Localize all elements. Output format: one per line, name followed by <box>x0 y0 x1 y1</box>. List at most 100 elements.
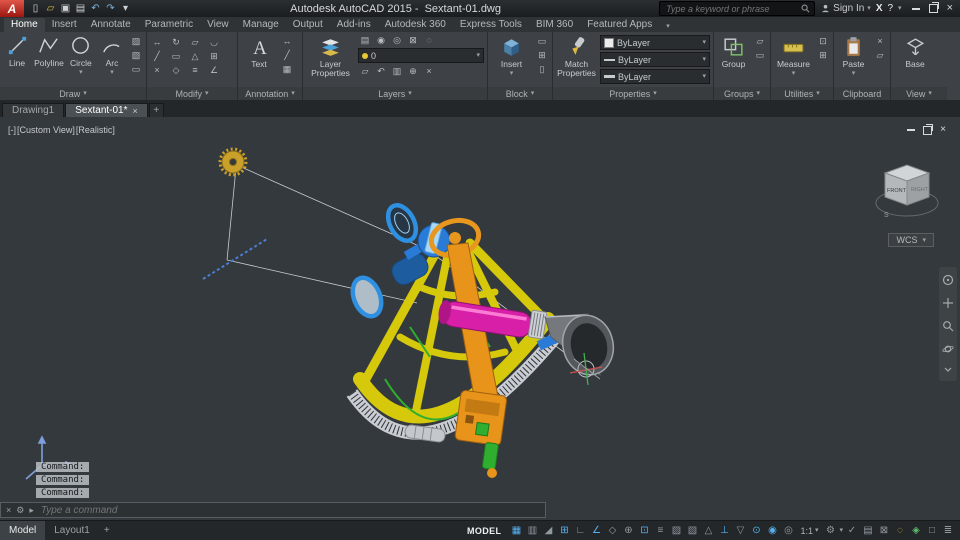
explode-icon[interactable]: ∠ <box>207 64 221 76</box>
command-customize-icon[interactable]: ⚙ <box>16 505 24 516</box>
layer-freeze-icon[interactable]: ◎ <box>390 34 404 46</box>
panel-label-groups[interactable]: Groups ▾ <box>714 87 770 100</box>
tab-output[interactable]: Output <box>286 18 330 32</box>
grid-icon[interactable]: ▦ <box>509 525 523 536</box>
move-icon[interactable]: ↔ <box>150 36 164 48</box>
tab-featured-apps[interactable]: Featured Apps <box>580 18 659 32</box>
layer-state-icon[interactable]: ▤ <box>358 34 372 46</box>
quick-select-icon[interactable]: ⊡ <box>816 35 830 47</box>
orbit-icon[interactable] <box>942 343 954 355</box>
arc-tool[interactable]: Arc ▾ <box>98 34 126 76</box>
qat-dropdown-icon[interactable]: ▾ <box>119 3 132 14</box>
panel-label-annotation[interactable]: Annotation ▾ <box>238 87 302 100</box>
tab-parametric[interactable]: Parametric <box>138 18 200 32</box>
copy-clip-icon[interactable]: ▱ <box>873 49 887 61</box>
tab-annotate[interactable]: Annotate <box>84 18 138 32</box>
leader-icon[interactable]: ╱ <box>280 49 294 61</box>
group-edit-icon[interactable]: ▭ <box>753 49 767 61</box>
tab-insert[interactable]: Insert <box>45 18 84 32</box>
tab-home[interactable]: Home <box>4 18 45 32</box>
dimension-icon[interactable]: ↔ <box>280 35 294 47</box>
workspace-icon[interactable]: ⚙ <box>823 525 837 536</box>
quick-properties-icon[interactable]: ▤ <box>861 525 875 536</box>
minimize-button[interactable] <box>911 7 920 10</box>
customization-icon[interactable]: ≣ <box>941 525 955 536</box>
erase-icon[interactable]: × <box>150 64 164 76</box>
new-layout-button[interactable]: + <box>99 521 115 540</box>
lineweight-icon[interactable]: ≡ <box>653 525 667 536</box>
layer-properties-tool[interactable]: Layer Properties <box>306 34 355 79</box>
sextant-model[interactable] <box>0 117 960 520</box>
layer-lock-icon[interactable]: ⊠ <box>406 34 420 46</box>
match-properties-tool[interactable]: Match Properties <box>556 34 597 79</box>
help-search-box[interactable] <box>659 1 816 16</box>
wcs-dropdown[interactable]: WCS ▾ <box>888 233 934 247</box>
new-file-icon[interactable]: ▯ <box>29 3 42 14</box>
circle-tool[interactable]: Circle ▾ <box>67 34 95 76</box>
isometric-drafting-icon[interactable]: ◇ <box>605 525 619 536</box>
trim-icon[interactable]: ╱ <box>150 50 164 62</box>
command-close-icon[interactable]: × <box>6 505 11 515</box>
sign-in-button[interactable]: Sign In ▾ <box>821 3 871 14</box>
autoscale-icon[interactable]: ◎ <box>781 525 795 536</box>
viewcube[interactable]: FRONT RIGHT S <box>874 153 940 225</box>
exchange-apps-icon[interactable]: X <box>876 3 883 14</box>
layer-select-dropdown[interactable]: 0 ▾ <box>358 48 484 63</box>
dynamic-input-icon[interactable]: ⊞ <box>557 525 571 536</box>
edit-block-icon[interactable]: ▭ <box>535 35 549 47</box>
stretch-icon[interactable]: ≡ <box>188 64 202 76</box>
layer-delete-icon[interactable]: × <box>422 65 436 77</box>
undo-icon[interactable]: ↶ <box>89 3 102 14</box>
copy-icon[interactable]: ▱ <box>188 36 202 48</box>
layer-off-icon[interactable]: ◌ <box>422 34 436 46</box>
gizmo-icon[interactable]: ⊙ <box>749 525 763 536</box>
tab-addins[interactable]: Add-ins <box>330 18 378 32</box>
panel-label-modify[interactable]: Modify ▾ <box>147 87 237 100</box>
layer-merge-icon[interactable]: ⊕ <box>406 65 420 77</box>
tab-express-tools[interactable]: Express Tools <box>453 18 529 32</box>
layout-tab-model[interactable]: Model <box>0 521 46 540</box>
layer-previous-icon[interactable]: ↶ <box>374 65 388 77</box>
layer-isolate-icon[interactable]: ◉ <box>374 34 388 46</box>
tab-bim360[interactable]: BIM 360 <box>529 18 580 32</box>
close-button[interactable]: × <box>947 3 953 14</box>
save-icon[interactable]: ▣ <box>59 3 72 14</box>
text-tool[interactable]: A Text <box>241 34 277 69</box>
dynamic-ucs-icon[interactable]: ⊥ <box>717 525 731 536</box>
tab-autodesk360[interactable]: Autodesk 360 <box>378 18 453 32</box>
base-tool[interactable]: Base <box>894 34 936 69</box>
rotate-icon[interactable]: ↻ <box>169 36 183 48</box>
infer-constraints-icon[interactable]: ◢ <box>541 525 555 536</box>
mirror-icon[interactable]: △ <box>188 50 202 62</box>
zoom-icon[interactable] <box>942 320 954 332</box>
annotation-monitor-icon[interactable]: ✓ <box>845 525 859 536</box>
panel-label-clipboard[interactable]: Clipboard <box>834 87 890 100</box>
array-icon[interactable]: ⊞ <box>207 50 221 62</box>
layout-tab-layout1[interactable]: Layout1 <box>45 521 99 540</box>
layer-match-icon[interactable]: ▱ <box>358 65 372 77</box>
panel-label-properties[interactable]: Properties ▾ <box>553 87 713 100</box>
layer-walk-icon[interactable]: ▥ <box>390 65 404 77</box>
command-input[interactable] <box>38 503 540 517</box>
lineweight-dropdown[interactable]: ByLayer ▾ <box>600 69 710 84</box>
open-file-icon[interactable]: ▱ <box>44 3 57 14</box>
create-block-icon[interactable]: ⊞ <box>535 49 549 61</box>
hatch-icon[interactable]: ▨ <box>129 35 143 47</box>
snap-icon[interactable]: ▥ <box>525 525 539 536</box>
panel-label-draw[interactable]: Draw ▾ <box>0 87 146 100</box>
new-drawing-tab-button[interactable]: + <box>148 103 164 117</box>
navbar-more-icon[interactable] <box>942 366 954 374</box>
drawing-close-button[interactable]: × <box>940 125 946 135</box>
paste-tool[interactable]: Paste ▾ <box>837 34 870 77</box>
search-input[interactable] <box>664 2 802 15</box>
panel-label-layers[interactable]: Layers ▾ <box>303 87 487 100</box>
transparency-icon[interactable]: ▨ <box>669 525 683 536</box>
gradient-icon[interactable]: ▧ <box>129 49 143 61</box>
boundary-icon[interactable]: ▭ <box>129 63 143 75</box>
file-tab-sextant[interactable]: Sextant-01* × <box>65 103 148 117</box>
define-attributes-icon[interactable]: ▯ <box>535 63 549 75</box>
fillet-icon[interactable]: ◡ <box>207 36 221 48</box>
plot-icon[interactable]: ▤ <box>74 3 87 14</box>
panel-label-block[interactable]: Block ▾ <box>488 87 552 100</box>
3d-osnap-icon[interactable]: △ <box>701 525 715 536</box>
